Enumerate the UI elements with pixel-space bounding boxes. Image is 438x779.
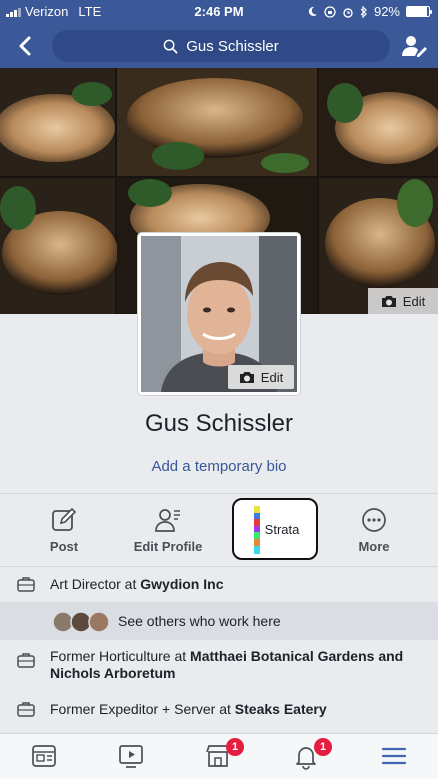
strata-bar <box>254 506 260 554</box>
menu-icon <box>381 747 407 765</box>
tab-bar: 1 1 <box>0 733 438 779</box>
search-bar[interactable]: Gus Schissler <box>52 30 390 62</box>
profile-edit-icon <box>402 36 427 57</box>
profile-actions: Post Edit Profile Strata More <box>0 496 438 564</box>
lock-rotation-icon <box>324 5 336 18</box>
camera-icon <box>239 372 254 383</box>
profile-name: Gus Schissler <box>144 410 294 437</box>
work-row[interactable]: Art Director at Gwydion Inc <box>0 574 438 594</box>
former-work-text-2: Former Expeditor + Server at Steaks Eate… <box>50 701 424 718</box>
divider <box>0 566 438 567</box>
back-icon <box>19 36 31 56</box>
watch-icon <box>119 745 143 768</box>
battery-icon <box>406 6 432 17</box>
profile-photo-frame: Edit <box>138 233 300 395</box>
bluetooth-icon <box>360 5 367 18</box>
work-text: Art Director at Gwydion Inc <box>50 576 424 593</box>
search-text: Gus Schissler <box>186 37 279 55</box>
cover-tile <box>0 178 118 314</box>
status-right: 92% <box>307 4 432 19</box>
camera-icon <box>381 296 396 307</box>
see-coworkers-row[interactable]: See others who work here <box>0 602 438 640</box>
tab-marketplace[interactable]: 1 <box>204 738 244 772</box>
compose-icon <box>52 507 77 531</box>
former-work-row-2[interactable]: Former Expeditor + Server at Steaks Eate… <box>0 699 438 719</box>
tab-menu[interactable] <box>380 742 410 772</box>
more-button[interactable]: More <box>338 496 410 564</box>
alarm-icon <box>343 7 353 18</box>
profile-edit-button[interactable] <box>400 32 428 60</box>
coworker-avatars <box>52 611 110 633</box>
back-button[interactable] <box>12 32 40 60</box>
add-bio-link[interactable]: Add a temporary bio <box>0 458 438 475</box>
marketplace-badge: 1 <box>226 738 244 756</box>
more-label: More <box>358 538 390 554</box>
cover-tile <box>319 68 438 176</box>
coworkers-label: See others who work here <box>118 613 281 629</box>
edit-profile-icon <box>155 508 180 532</box>
cover-tile <box>0 68 115 176</box>
former2-prefix: Former Expeditor + Server at <box>50 700 235 717</box>
post-label: Post <box>49 538 79 554</box>
moon-icon <box>308 6 318 17</box>
strata-label: Strata <box>264 521 300 537</box>
battery-percent: 92% <box>373 4 400 19</box>
search-icon <box>163 39 178 53</box>
more-icon <box>362 507 386 532</box>
briefcase-icon <box>17 702 35 717</box>
briefcase-icon <box>17 577 35 592</box>
cover-edit-button[interactable]: Edit <box>368 288 438 314</box>
work-prefix: Art Director at <box>50 575 141 592</box>
edit-profile-label: Edit Profile <box>133 538 203 554</box>
post-button[interactable]: Post <box>28 496 100 564</box>
strata-button[interactable]: Strata <box>232 498 318 560</box>
notifications-badge: 1 <box>314 738 332 756</box>
edit-profile-button[interactable]: Edit Profile <box>128 496 208 564</box>
tab-news-feed[interactable] <box>30 742 60 772</box>
photo-edit-label: Edit <box>260 369 284 385</box>
former-work-row-1[interactable]: Former Horticulture at Matthaei Botanica… <box>0 648 438 684</box>
former2-place-link[interactable]: Steaks Eatery <box>235 701 327 717</box>
profile-photo[interactable]: Edit <box>141 236 297 392</box>
former1-prefix: Former Horticulture at <box>50 648 191 664</box>
tab-watch[interactable] <box>117 742 147 772</box>
news-feed-icon <box>32 745 56 767</box>
tab-notifications[interactable]: 1 <box>292 738 332 772</box>
cover-edit-label: Edit <box>402 293 426 309</box>
nav-bar: Gus Schissler <box>0 24 438 68</box>
former-work-text-1: Former Horticulture at Matthaei Botanica… <box>50 648 424 682</box>
status-bar: Verizon LTE 2:46 PM 92% <box>0 0 438 24</box>
briefcase-icon <box>17 653 35 668</box>
photo-edit-button[interactable]: Edit <box>228 365 294 389</box>
cover-tile <box>117 68 317 176</box>
work-place-link[interactable]: Gwydion Inc <box>140 576 223 592</box>
divider <box>0 493 438 494</box>
